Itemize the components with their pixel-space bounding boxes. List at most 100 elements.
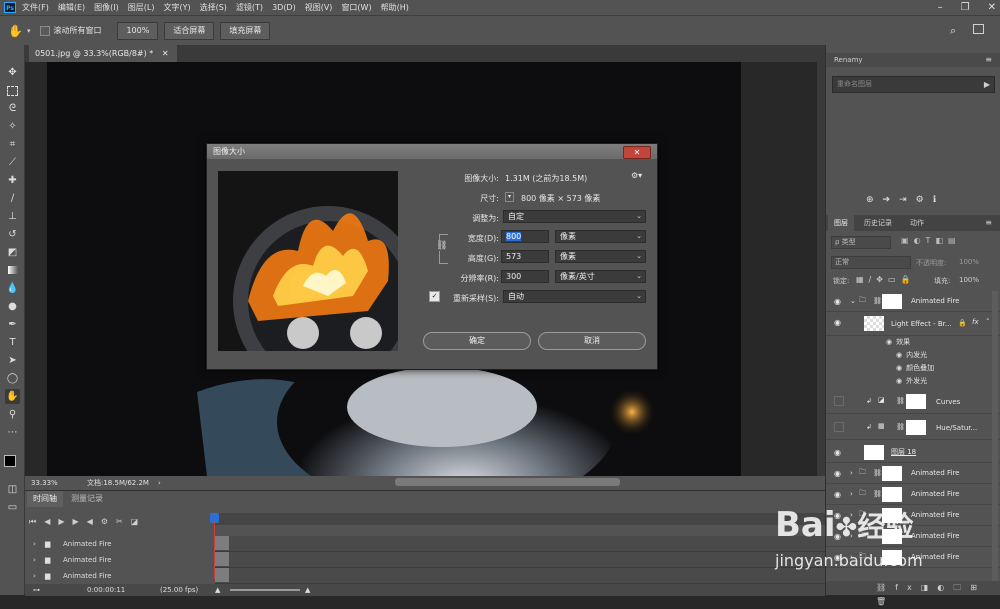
fill-screen-button[interactable]: 填充屏幕: [220, 21, 271, 40]
history-brush-icon[interactable]: ↺: [5, 227, 20, 242]
layers-menu-icon[interactable]: ≡: [985, 215, 992, 231]
height-input[interactable]: 573: [501, 250, 549, 263]
menu-type[interactable]: 文字(Y): [163, 2, 190, 13]
fx-icon[interactable]: fx: [972, 318, 979, 326]
crop-tool-icon[interactable]: ⌗: [5, 137, 20, 152]
dimensions-toggle-icon[interactable]: ▾: [505, 192, 514, 202]
panel-menu-icon[interactable]: ≡: [985, 53, 992, 67]
menu-help[interactable]: 帮助(H): [381, 2, 409, 13]
layer-row[interactable]: ◉ › 🗀 ⛓ Animated Fire: [826, 484, 1000, 505]
screen-mode-icon[interactable]: ▭: [5, 500, 20, 515]
fill-value[interactable]: 100%: [959, 276, 979, 284]
effect-item[interactable]: ◉ 内发光: [886, 350, 927, 360]
restore-icon[interactable]: ❐: [961, 2, 970, 13]
eye-off-icon[interactable]: [834, 422, 844, 432]
timeline-zoom-slider[interactable]: [230, 589, 300, 591]
foreground-color-icon[interactable]: [4, 455, 16, 467]
close-tab-icon[interactable]: ✕: [162, 49, 169, 58]
menu-layer[interactable]: 图层(L): [128, 2, 155, 13]
delete-layer-icon[interactable]: 🗑: [876, 597, 895, 606]
blur-tool-icon[interactable]: 💧: [5, 281, 20, 296]
eye-icon[interactable]: ◉: [834, 490, 844, 499]
timeline-row[interactable]: › ▆ Animated Fire: [25, 536, 215, 552]
search-icon[interactable]: ⌕: [950, 24, 956, 38]
eye-off-icon[interactable]: [834, 396, 844, 406]
type-filter-icon[interactable]: T: [926, 236, 936, 245]
canvas-horizontal-scrollbar[interactable]: [395, 478, 620, 486]
rename-icon[interactable]: ⊕: [866, 195, 883, 205]
fit-to-select[interactable]: 自定 ⌄: [503, 210, 646, 223]
settings-icon[interactable]: ⚙: [101, 517, 116, 526]
tab-history[interactable]: 历史记录: [858, 215, 898, 231]
layer-row[interactable]: ◉ Light Effect - Br... 🔒 fx ˄: [826, 312, 1000, 336]
width-unit-select[interactable]: 像素 ⌄: [555, 230, 646, 243]
eye-icon[interactable]: ◉: [834, 448, 844, 457]
image-preview[interactable]: [218, 171, 398, 351]
eye-icon[interactable]: ◉: [834, 469, 844, 478]
resolution-unit-select[interactable]: 像素/英寸 ⌄: [555, 270, 646, 283]
cancel-button[interactable]: 取消: [538, 332, 646, 350]
dodge-tool-icon[interactable]: ●: [5, 299, 20, 314]
layer-filter-select[interactable]: ρ 类型: [831, 236, 891, 249]
effect-item[interactable]: ◉ 外发光: [886, 376, 927, 386]
lock-icons[interactable]: ▦∕✥▭🔒: [856, 275, 915, 284]
healing-brush-icon[interactable]: ✚: [5, 173, 20, 188]
resolution-input[interactable]: 300: [501, 270, 549, 283]
smart-filter-icon[interactable]: ▤: [948, 236, 961, 245]
menu-edit[interactable]: 编辑(E): [58, 2, 85, 13]
adjust-filter-icon[interactable]: ◐: [914, 236, 926, 245]
eyedropper-icon[interactable]: ⟋: [5, 155, 20, 170]
split-icon[interactable]: ✂: [116, 517, 131, 526]
close-icon[interactable]: ✕: [988, 2, 996, 13]
shape-tool-icon[interactable]: ◯: [5, 371, 20, 386]
eye-icon[interactable]: ◉: [886, 338, 892, 346]
scroll-all-checkbox[interactable]: [40, 25, 51, 36]
quick-mask-icon[interactable]: ◫: [5, 482, 20, 497]
timeline-row[interactable]: › ▆ Animated Fire: [25, 568, 215, 584]
height-unit-select[interactable]: 像素 ⌄: [555, 250, 646, 263]
width-input[interactable]: 800: [501, 230, 549, 243]
status-arrow-icon[interactable]: ›: [158, 476, 161, 490]
next-frame-icon[interactable]: ▶: [73, 517, 87, 526]
opacity-value[interactable]: 100%: [959, 258, 979, 266]
zoom-100-button[interactable]: 100%: [117, 21, 159, 40]
effect-item[interactable]: ◉ 颜色叠加: [886, 363, 934, 373]
marquee-tool-icon[interactable]: [5, 83, 20, 98]
gradient-tool-icon[interactable]: [5, 263, 20, 278]
tab-timeline[interactable]: 时间轴: [27, 491, 63, 507]
zoom-out-icon[interactable]: ▲: [215, 584, 220, 596]
layer-row[interactable]: ◉ ⌄ 🗀 ⛓ Animated Fire: [826, 291, 1000, 312]
zoom-in-icon[interactable]: ▲: [305, 584, 310, 596]
tool-preset-chevron-icon[interactable]: ▾: [27, 27, 31, 35]
timeline-track[interactable]: [215, 552, 825, 568]
menu-3d[interactable]: 3D(D): [272, 3, 296, 12]
transition-icon[interactable]: ◪: [131, 517, 147, 526]
gear-icon[interactable]: ⚙: [916, 195, 933, 205]
fit-screen-button[interactable]: 适合屏幕: [164, 21, 215, 40]
menu-select[interactable]: 选择(S): [200, 2, 227, 13]
workspace-icon[interactable]: [973, 24, 984, 34]
layer-row[interactable]: ↲ ◪ ⛓ Curves: [826, 390, 1000, 414]
type-tool-icon[interactable]: T: [5, 335, 20, 350]
expand-icon[interactable]: ⌄: [850, 297, 856, 305]
eraser-tool-icon[interactable]: ◩: [5, 245, 20, 260]
resample-select[interactable]: 自动 ⌄: [503, 290, 646, 303]
prev-frame-icon[interactable]: ◀: [44, 517, 58, 526]
timeline-track[interactable]: [215, 536, 825, 552]
time-ruler[interactable]: [215, 513, 825, 525]
info-icon[interactable]: ℹ: [933, 195, 945, 205]
document-tab[interactable]: 0501.jpg @ 33.3%(RGB/8#) * ✕: [29, 45, 177, 62]
dialog-close-button[interactable]: ✕: [623, 146, 651, 159]
hand-tool-icon[interactable]: ✋: [5, 389, 20, 404]
settings-gear-icon[interactable]: ⚙▾: [631, 171, 642, 180]
layer-row[interactable]: ◉ 图层 18: [826, 442, 1000, 463]
zoom-readout[interactable]: 33.33%: [31, 476, 58, 490]
eye-icon[interactable]: ◉: [834, 297, 844, 306]
path-selection-icon[interactable]: ➤: [5, 353, 20, 368]
timeline-row[interactable]: › ▆ Animated Fire: [25, 552, 215, 568]
dialog-title-bar[interactable]: 图像大小 ✕: [207, 144, 657, 159]
tab-actions[interactable]: 动作: [904, 215, 930, 231]
timeline-track[interactable]: [215, 568, 825, 584]
expand-icon[interactable]: ›: [850, 490, 853, 498]
pixel-filter-icon[interactable]: ▣: [901, 236, 914, 245]
